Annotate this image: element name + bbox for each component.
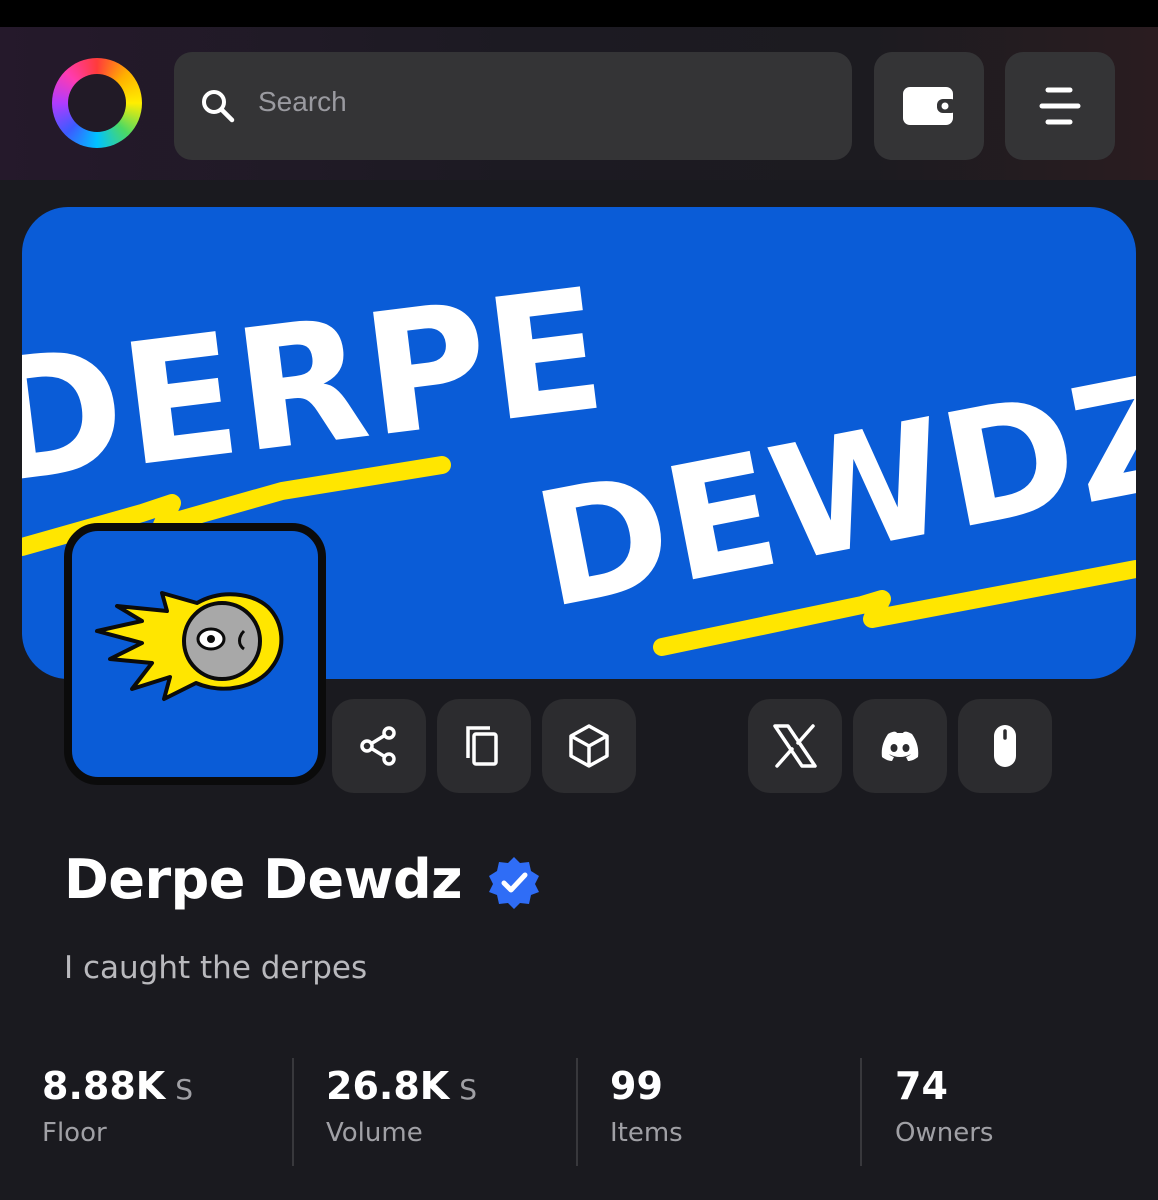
stat-value: 8.88K S (42, 1064, 193, 1108)
x-link-button[interactable] (748, 699, 842, 793)
wallet-button[interactable] (874, 52, 984, 160)
search-placeholder: Search (258, 86, 347, 117)
stat-value: 26.8K S (326, 1064, 477, 1108)
search-icon (202, 90, 235, 123)
stat-label: Items (610, 1118, 683, 1148)
stat-divider (860, 1058, 862, 1166)
share-icon (360, 726, 396, 766)
copy-icon (466, 726, 498, 766)
menu-button[interactable] (1005, 52, 1115, 160)
menu-icon (1039, 87, 1081, 125)
stat-divider (292, 1058, 294, 1166)
share-button[interactable] (332, 699, 426, 793)
stat-value: 74 (895, 1064, 948, 1108)
collection-avatar (64, 523, 326, 785)
stat-divider (576, 1058, 578, 1166)
cube-button[interactable] (542, 699, 636, 793)
wallet-icon (903, 87, 957, 125)
app-logo[interactable] (52, 58, 142, 148)
collection-name: Derpe Dewdz (64, 848, 463, 911)
verified-badge-icon (489, 857, 539, 909)
stat-unit: S (175, 1073, 193, 1106)
stat-label: Volume (326, 1118, 423, 1148)
stat-value: 99 (610, 1064, 663, 1108)
status-strip (0, 0, 1158, 27)
discord-link-button[interactable] (853, 699, 947, 793)
comet-icon (95, 591, 284, 701)
collection-description: I caught the derpes (64, 950, 368, 986)
mouse-icon (994, 725, 1016, 767)
x-icon (773, 724, 817, 768)
stat-label: Owners (895, 1118, 994, 1148)
copy-button[interactable] (437, 699, 531, 793)
banner-text-2: DEWDZ (522, 338, 1136, 644)
stat-label: Floor (42, 1118, 107, 1148)
discord-icon (881, 731, 919, 761)
cube-icon (569, 724, 609, 768)
stat-unit: S (459, 1073, 477, 1106)
search-bar[interactable]: Search (174, 52, 852, 160)
website-link-button[interactable] (958, 699, 1052, 793)
